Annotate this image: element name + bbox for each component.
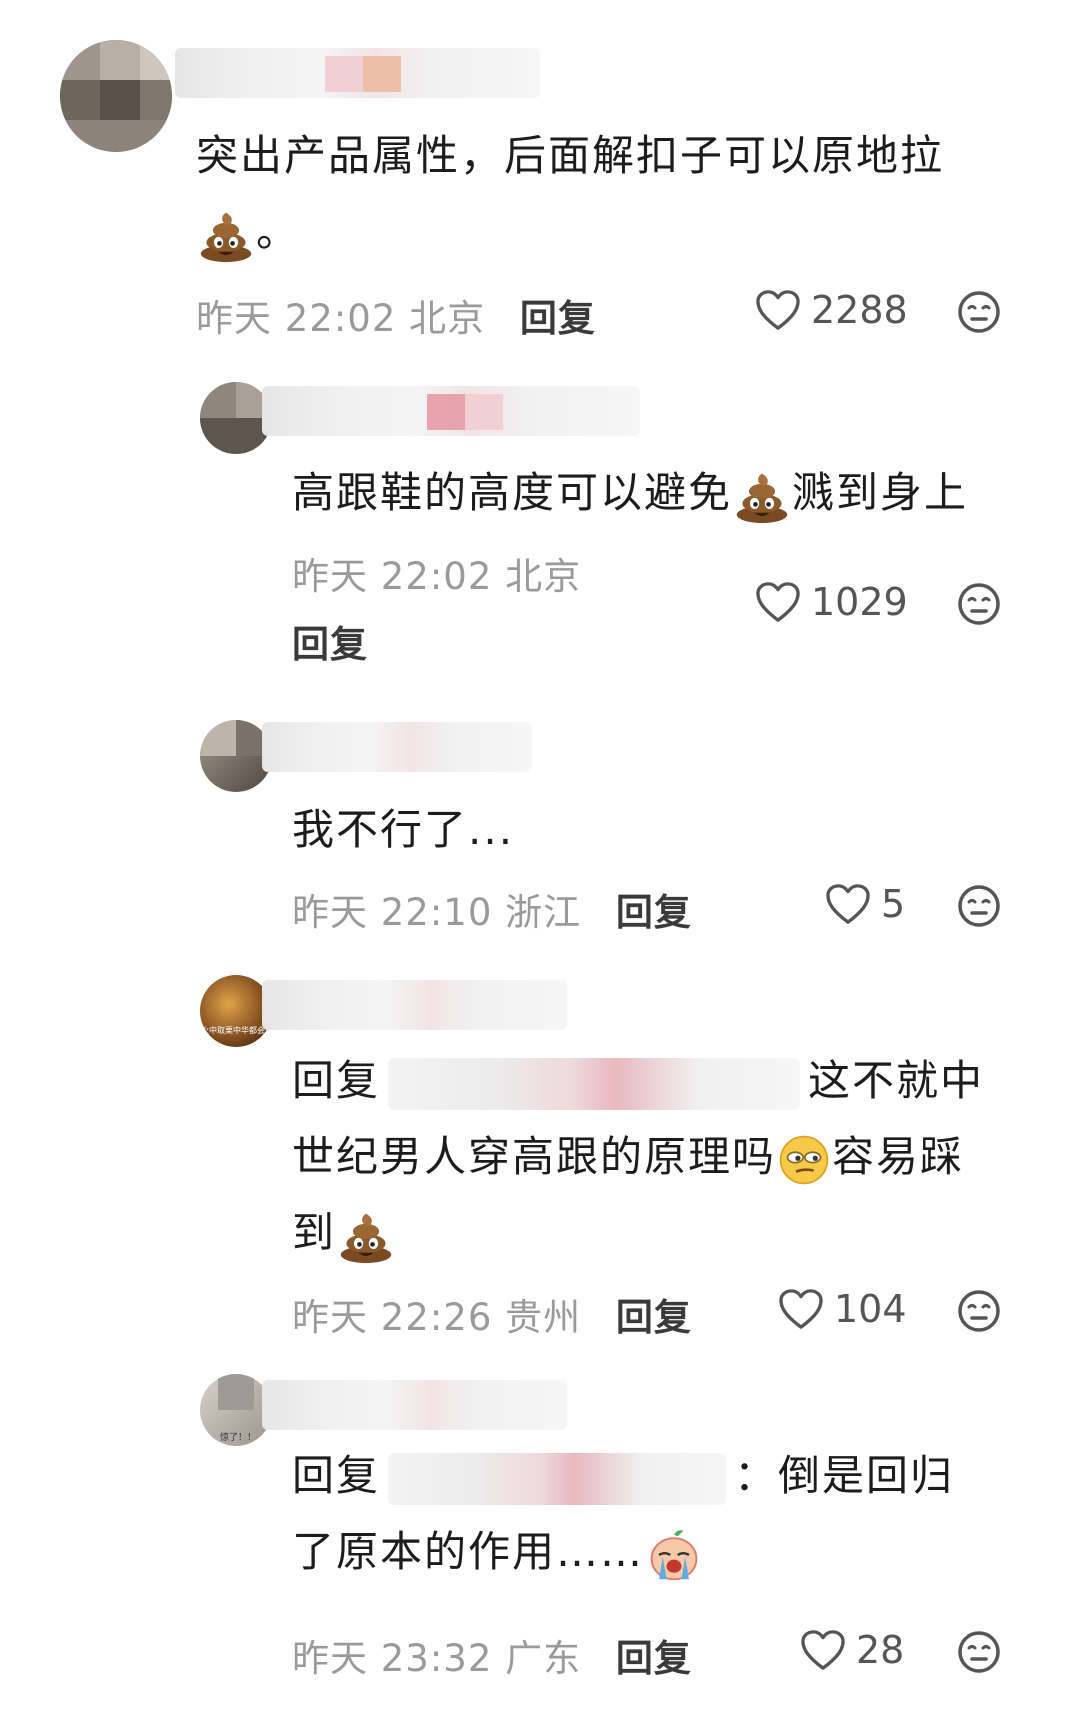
dislike-face-icon[interactable] [957, 290, 1001, 334]
like-count: 2288 [811, 288, 908, 332]
comment-text-part: 这不就中 [808, 1056, 985, 1105]
username-blurred[interactable] [175, 48, 540, 98]
comment-text-part: 容易踩 [832, 1132, 965, 1181]
avatar-caption: 火中取栗中华都会 [201, 1026, 265, 1035]
comment-text-part: 。 [256, 207, 301, 256]
comment-text: 高跟鞋的高度可以避免 溅到身上 [292, 455, 1052, 531]
dislike-face-icon[interactable] [957, 1289, 1001, 1333]
location: 北京 [505, 555, 582, 598]
comment-text-part: 溅到身上 [792, 468, 969, 517]
username-blurred[interactable] [262, 1380, 567, 1430]
location: 北京 [409, 297, 486, 340]
comment-4: 火中取栗中华都会 回复 这不就中 世纪男人穿高跟的原理吗 容易踩到 昨天 22:26 … [0, 965, 1080, 1345]
poop-emoji-icon [198, 207, 254, 263]
comment-text-part: 世纪男人穿高跟的原理吗 [292, 1132, 777, 1181]
comment-text-part: 突出产品属性，后面解扣子可以原地拉 [196, 131, 945, 180]
like-button[interactable]: 2288 [755, 288, 908, 332]
like-button[interactable]: 1029 [755, 580, 908, 624]
reply-button[interactable]: 回复 [616, 1296, 692, 1339]
timestamp: 昨天 23:32 [292, 1637, 493, 1680]
comment-meta: 昨天 22:02 北京 [292, 546, 581, 600]
comment-text-part: 高跟鞋的高度可以避免 [292, 468, 733, 517]
comment-text: 回复 这不就中 世纪男人穿高跟的原理吗 容易踩到 [292, 1043, 1052, 1271]
heart-icon [755, 581, 801, 623]
comment-2: 高跟鞋的高度可以避免 溅到身上 昨天 22:02 北京 回复 1029 [0, 370, 1080, 670]
timestamp: 昨天 22:10 [292, 891, 493, 934]
dislike-face-icon[interactable] [957, 582, 1001, 626]
username-blurred[interactable] [262, 722, 532, 772]
avatar[interactable] [60, 40, 172, 152]
location: 浙江 [505, 891, 582, 934]
like-button[interactable]: 104 [778, 1287, 907, 1331]
comment-text: 我不行了... [292, 792, 1052, 868]
heart-icon [778, 1288, 824, 1330]
mention-blurred[interactable] [388, 1452, 727, 1505]
comment-meta: 昨天 23:32 广东 回复 [292, 1628, 692, 1682]
comment-3: 我不行了... 昨天 22:10 浙江 回复 5 [0, 700, 1080, 960]
dislike-face-icon[interactable] [957, 884, 1001, 928]
like-count: 1029 [811, 580, 908, 624]
comment-text-part: 了原本的作用…… [292, 1527, 645, 1576]
poop-emoji-icon [734, 468, 790, 524]
mention-blurred[interactable] [388, 1057, 801, 1110]
like-button[interactable]: 5 [825, 882, 905, 926]
crying-emoji-icon [646, 1527, 702, 1583]
location: 广东 [505, 1637, 582, 1680]
like-count: 104 [834, 1287, 907, 1331]
smirk-emoji-icon [778, 1134, 830, 1186]
comment-5: 惊了！！ 回复 ：倒是回归了原本的作用…… 昨天 23:32 广东 回复 28 [0, 1370, 1080, 1716]
timestamp: 昨天 22:02 [292, 555, 493, 598]
heart-icon [825, 883, 871, 925]
comment-text: 回复 ：倒是回归了原本的作用…… [292, 1438, 1052, 1590]
reply-button[interactable]: 回复 [520, 297, 596, 340]
like-button[interactable]: 28 [800, 1628, 904, 1672]
comment-text: 突出产品属性，后面解扣子可以原地拉。 [196, 118, 1016, 270]
timestamp: 昨天 22:02 [196, 297, 397, 340]
reply-prefix: 回复 [292, 1056, 381, 1105]
username-blurred[interactable] [262, 980, 567, 1030]
colon: ： [734, 1451, 779, 1500]
reply-button[interactable]: 回复 [292, 623, 368, 666]
location: 贵州 [505, 1296, 582, 1339]
reply-prefix: 回复 [292, 1451, 381, 1500]
avatar-caption: 惊了！！ [220, 1433, 257, 1443]
dislike-face-icon[interactable] [957, 1630, 1001, 1674]
like-count: 28 [856, 1628, 905, 1672]
heart-icon [755, 289, 801, 331]
comment-meta: 昨天 22:02 北京 回复 [196, 288, 596, 342]
comment-text-part: 我不行了... [292, 805, 515, 854]
heart-icon [800, 1629, 846, 1671]
comment-text-part: 倒是回归 [778, 1451, 955, 1500]
comment-meta: 昨天 22:10 浙江 回复 [292, 882, 692, 936]
poop-emoji-icon [338, 1208, 394, 1264]
comment-meta: 昨天 22:26 贵州 回复 [292, 1287, 692, 1341]
reply-button[interactable]: 回复 [616, 891, 692, 934]
username-blurred[interactable] [262, 386, 640, 436]
timestamp: 昨天 22:26 [292, 1296, 493, 1339]
reply-button[interactable]: 回复 [616, 1637, 692, 1680]
like-count: 5 [881, 882, 906, 926]
comment-text-part: 到 [292, 1208, 337, 1257]
comment-1: 突出产品属性，后面解扣子可以原地拉。 昨天 22:02 北京 回复 2288 [0, 0, 1080, 340]
